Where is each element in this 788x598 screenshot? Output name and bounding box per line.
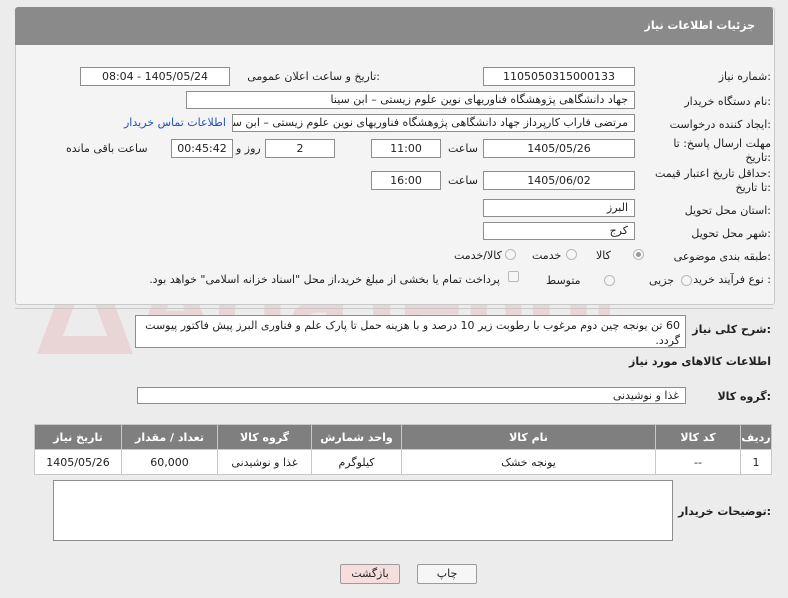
deadline-time-field: 11:00 — [371, 139, 441, 158]
cell-quantity: 60,000 — [121, 449, 218, 475]
category-option-service: خدمت — [532, 249, 562, 262]
buyer-org-field: جهاد دانشگاهی پژوهشگاه فناوریهای نوین عل… — [186, 91, 635, 109]
goods-group-field: غذا و نوشیدنی — [137, 387, 686, 404]
cell-group: غذا و نوشیدنی — [217, 449, 312, 475]
category-option-goods-service: کالا/خدمت — [454, 249, 502, 262]
cell-date: 1405/05/26 — [34, 449, 122, 475]
days-label: روز و — [236, 142, 261, 155]
table-header-row: ردیف کد کالا نام کالا واحد شمارش گروه کا… — [34, 424, 772, 450]
purchase-option-medium: متوسط — [546, 274, 581, 287]
creator-field: مرتضی فاراب کارپرداز جهاد دانشگاهی پژوهش… — [232, 114, 635, 132]
buyer-notes-label: توضیحات خریدار: — [678, 505, 771, 518]
treasury-payment-checkbox[interactable] — [508, 271, 519, 282]
deadline-label-date: تاریخ: — [745, 151, 771, 164]
print-button[interactable]: چاپ — [417, 564, 477, 584]
price-validity-label-date: تا تاریخ: — [735, 181, 771, 194]
col-code-header: کد کالا — [655, 424, 741, 450]
panel-header: جزئیات اطلاعات نیاز — [15, 7, 773, 45]
purchase-radio-medium[interactable] — [604, 275, 615, 286]
col-date-header: تاریخ نیاز — [34, 424, 122, 450]
need-number-field: 1105050315000133 — [483, 67, 635, 86]
col-quantity-header: تعداد / مقدار — [121, 424, 218, 450]
announce-label: تاریخ و ساعت اعلان عمومی: — [247, 70, 380, 83]
goods-table: ردیف کد کالا نام کالا واحد شمارش گروه کا… — [34, 424, 772, 475]
remaining-time-label: ساعت باقی مانده — [66, 142, 148, 155]
category-label: طبقه بندی موضوعی: — [673, 250, 771, 263]
validity-date-field: 1405/06/02 — [483, 171, 635, 190]
cell-row: 1 — [740, 449, 772, 475]
goods-group-label: گروه کالا: — [717, 390, 771, 403]
announce-datetime-field: 1405/05/24 - 08:04 — [80, 67, 230, 86]
back-button[interactable]: بازگشت — [340, 564, 400, 584]
creator-label: ایجاد کننده درخواست: — [669, 118, 771, 131]
deadline-date-field: 1405/05/26 — [483, 139, 635, 158]
deadline-label: مهلت ارسال پاسخ: تا — [673, 137, 771, 150]
purchase-option-minor: جزیی — [649, 274, 675, 287]
purchase-radio-minor[interactable] — [681, 275, 692, 286]
col-name-header: نام کالا — [401, 424, 656, 450]
category-radio-goods[interactable] — [633, 249, 644, 260]
validity-hour-label: ساعت — [448, 174, 478, 187]
col-group-header: گروه کالا — [217, 424, 312, 450]
city-field: کرج — [483, 222, 635, 240]
divider — [15, 308, 773, 309]
goods-section-title: اطلاعات کالاهای مورد نیاز — [629, 355, 771, 368]
category-radio-service[interactable] — [566, 249, 577, 260]
price-validity-label: حداقل تاریخ اعتبار قیمت: — [655, 167, 771, 180]
remaining-time-field: 00:45:42 — [171, 139, 233, 158]
days-remaining-field: 2 — [265, 139, 335, 158]
description-label: شرح کلی نیاز: — [692, 323, 771, 336]
category-radio-goods-service[interactable] — [505, 249, 516, 260]
treasury-payment-note: پرداخت تمام یا بخشی از مبلغ خرید،از محل … — [149, 273, 500, 286]
province-field: البرز — [483, 199, 635, 217]
col-row-header: ردیف — [740, 424, 772, 450]
table-row: 1 -- یونجه خشک کیلوگرم غذا و نوشیدنی 60,… — [34, 449, 772, 475]
buyer-org-label: نام دستگاه خریدار: — [684, 95, 771, 108]
buyer-notes-textarea[interactable] — [53, 480, 673, 541]
description-textarea[interactable]: 60 تن یونجه چین دوم مرغوب با رطوبت زیر 1… — [135, 315, 686, 348]
col-unit-header: واحد شمارش — [311, 424, 402, 450]
purchase-type-label: نوع فرآیند خرید : — [693, 273, 771, 286]
deadline-hour-label: ساعت — [448, 142, 478, 155]
need-number-label: شماره نیاز: — [718, 70, 771, 83]
panel-title: جزئیات اطلاعات نیاز — [644, 19, 756, 32]
category-option-goods: کالا — [596, 249, 611, 262]
cell-unit: کیلوگرم — [311, 449, 402, 475]
buyer-contact-link[interactable]: اطلاعات تماس خریدار — [124, 116, 226, 129]
cell-name: یونجه خشک — [401, 449, 656, 475]
cell-code: -- — [655, 449, 741, 475]
validity-time-field: 16:00 — [371, 171, 441, 190]
province-label: استان محل تحویل: — [684, 204, 771, 217]
city-label: شهر محل تحویل: — [691, 227, 771, 240]
